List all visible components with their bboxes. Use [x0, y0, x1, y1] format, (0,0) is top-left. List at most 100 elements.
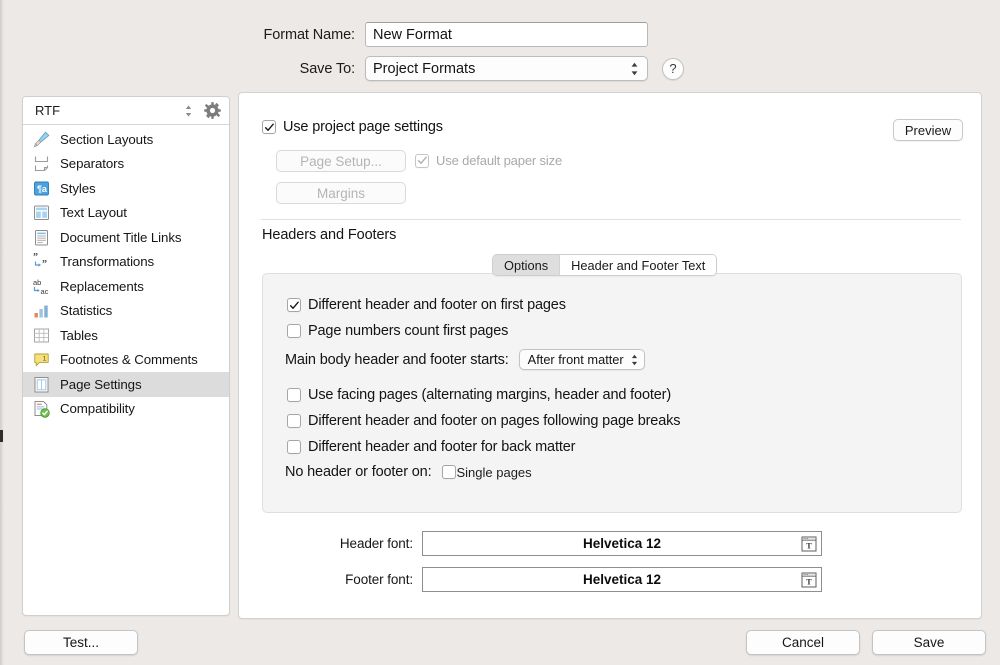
svg-text:”: ”: [42, 259, 47, 270]
sidebar-item-label: Compatibility: [60, 401, 135, 417]
sidebar-item-compatibility[interactable]: Compatibility: [23, 397, 229, 422]
replacements-icon: ab ac: [32, 277, 51, 296]
format-header-form: Format Name: New Format Save To: Project…: [0, 0, 1000, 88]
sidebar-item-label: Footnotes & Comments: [60, 352, 198, 368]
format-name-input[interactable]: New Format: [365, 22, 648, 47]
margins-button-label: Margins: [316, 185, 365, 201]
facing-pages-checkbox[interactable]: [287, 388, 301, 402]
chevron-up-down-icon: [185, 105, 191, 116]
sidebar-item-label: Separators: [60, 156, 125, 172]
tab-header-and-footer-text[interactable]: Header and Footer Text: [559, 255, 717, 275]
styles-icon: ¶a: [32, 179, 51, 198]
use-project-page-settings-label: Use project page settings: [283, 119, 443, 135]
sidebar-item-text-layout[interactable]: Text Layout: [23, 201, 229, 226]
sidebar-item-footnotes-comments[interactable]: 1 Footnotes & Comments: [23, 348, 229, 373]
use-default-paper-size-label: Use default paper size: [436, 153, 563, 168]
main-body-starts-dropdown[interactable]: After front matter: [518, 349, 645, 370]
font-panel-icon[interactable]: T: [801, 572, 817, 588]
different-first-pages-label: Different header and footer on first pag…: [308, 297, 566, 313]
save-to-value: Project Formats: [373, 60, 476, 77]
main-body-starts-row: Main body header and footer starts: Afte…: [285, 349, 645, 370]
use-default-paper-size-checkbox[interactable]: [415, 153, 429, 168]
svg-text:T: T: [806, 576, 812, 586]
save-button[interactable]: Save: [872, 630, 986, 655]
page-numbers-count-first-checkbox[interactable]: [287, 324, 301, 338]
sidebar-item-page-settings[interactable]: Page Settings: [23, 372, 229, 397]
after-page-breaks-row[interactable]: Different header and footer on pages fol…: [287, 413, 680, 429]
test-button[interactable]: Test...: [24, 630, 138, 655]
test-button-label: Test...: [62, 635, 99, 650]
text-layout-icon: [32, 203, 51, 222]
back-matter-label: Different header and footer for back mat…: [308, 439, 576, 455]
footer-font-field[interactable]: Helvetica 12 T: [422, 567, 822, 592]
sidebar-item-transformations[interactable]: ” ” Transformations: [23, 250, 229, 275]
facing-pages-row[interactable]: Use facing pages (alternating margins, h…: [287, 387, 671, 403]
single-pages-checkbox[interactable]: [442, 465, 457, 479]
page-setup-button[interactable]: Page Setup...: [276, 150, 406, 172]
preview-button-label: Preview: [904, 122, 952, 138]
sidebar-item-label: Document Title Links: [60, 229, 182, 245]
different-first-pages-row[interactable]: Different header and footer on first pag…: [287, 297, 566, 313]
different-first-pages-checkbox[interactable]: [287, 298, 301, 312]
checkmark-icon: [289, 301, 299, 309]
svg-text:1: 1: [43, 356, 47, 363]
gear-icon[interactable]: [204, 102, 221, 119]
sidebar-section-list: Section Layouts Separators ¶a Styles Tex…: [23, 125, 229, 421]
tab-options[interactable]: Options: [493, 255, 560, 275]
format-name-row: Format Name: New Format: [255, 22, 675, 47]
tab-options-label: Options: [504, 257, 549, 273]
sidebar-format-stepper[interactable]: [180, 102, 196, 120]
help-button[interactable]: ?: [662, 57, 684, 80]
checkmark-icon: [417, 156, 427, 164]
save-to-label: Save To:: [299, 60, 355, 77]
compatibility-icon: [32, 399, 51, 418]
page-numbers-count-first-row[interactable]: Page numbers count first pages: [287, 323, 508, 339]
use-project-page-settings-row[interactable]: Use project page settings: [262, 119, 443, 135]
sidebar-item-label: Transformations: [60, 254, 155, 270]
sidebar-item-label: Page Settings: [60, 376, 142, 392]
margins-button[interactable]: Margins: [276, 182, 406, 204]
statistics-icon: [32, 301, 51, 320]
no-header-footer-row: No header or footer on: Single pages: [285, 464, 532, 480]
use-default-paper-size-row[interactable]: Use default paper size: [415, 153, 562, 168]
after-page-breaks-checkbox[interactable]: [287, 414, 301, 428]
back-matter-checkbox[interactable]: [287, 440, 301, 454]
format-sections-sidebar: RTF Section Layouts Separators ¶a Styles…: [22, 96, 230, 616]
sidebar-item-label: Tables: [60, 327, 98, 343]
use-project-page-settings-checkbox[interactable]: [262, 120, 276, 134]
checkmark-icon: [264, 123, 274, 131]
header-font-field[interactable]: Helvetica 12 T: [422, 531, 822, 556]
single-pages-label: Single pages: [456, 464, 532, 480]
window-edge-marker: [0, 430, 3, 442]
sidebar-item-styles[interactable]: ¶a Styles: [23, 176, 229, 201]
cancel-button-label: Cancel: [781, 635, 825, 650]
no-header-footer-label: No header or footer on:: [285, 464, 432, 480]
main-body-starts-value: After front matter: [527, 352, 624, 367]
options-tabs: Options Header and Footer Text: [492, 254, 718, 276]
sidebar-item-document-title-links[interactable]: Document Title Links: [23, 225, 229, 250]
separators-icon: [32, 154, 51, 173]
svg-text:¶a: ¶a: [37, 184, 48, 194]
preview-button[interactable]: Preview: [893, 119, 963, 141]
tab-header-and-footer-text-label: Header and Footer Text: [571, 257, 706, 273]
sidebar-item-label: Text Layout: [60, 205, 127, 221]
font-panel-icon[interactable]: T: [801, 536, 817, 552]
sidebar-item-section-layouts[interactable]: Section Layouts: [23, 127, 229, 152]
svg-text:ac: ac: [41, 287, 49, 296]
svg-text:T: T: [806, 540, 812, 550]
cancel-button[interactable]: Cancel: [746, 630, 860, 655]
section-divider: [261, 219, 961, 220]
save-to-dropdown[interactable]: Project Formats: [365, 56, 648, 81]
footer-font-row: Footer font: Helvetica 12 T: [329, 567, 822, 592]
page-settings-panel: Use project page settings Preview Page S…: [238, 92, 982, 619]
footnotes-comments-icon: 1: [32, 350, 51, 369]
back-matter-row[interactable]: Different header and footer for back mat…: [287, 439, 575, 455]
document-title-links-icon: [32, 228, 51, 247]
sidebar-item-separators[interactable]: Separators: [23, 152, 229, 177]
format-name-label: Format Name:: [263, 26, 356, 43]
sidebar-item-label: Replacements: [60, 278, 144, 294]
sidebar-item-statistics[interactable]: Statistics: [23, 299, 229, 324]
sidebar-item-replacements[interactable]: ab ac Replacements: [23, 274, 229, 299]
sidebar-header: RTF: [23, 97, 229, 125]
sidebar-item-tables[interactable]: Tables: [23, 323, 229, 348]
